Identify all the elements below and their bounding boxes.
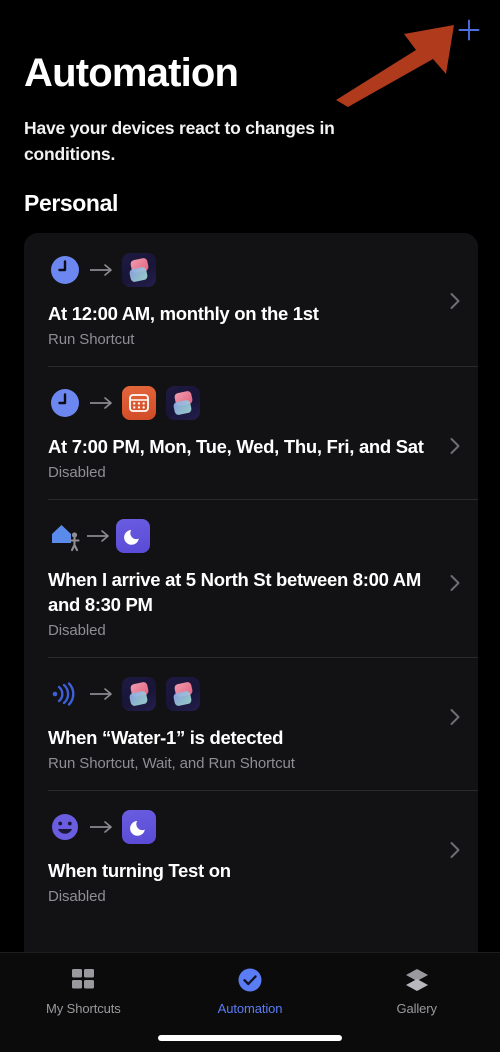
automation-icons bbox=[48, 519, 478, 553]
arrow-separator-icon bbox=[82, 253, 122, 287]
layers-stack-icon bbox=[403, 965, 431, 995]
tab-gallery[interactable]: Gallery bbox=[333, 953, 500, 1052]
arrow-separator-icon bbox=[82, 386, 122, 420]
chevron-right-icon[interactable] bbox=[446, 574, 464, 592]
automation-title: When “Water-1” is detected bbox=[48, 727, 284, 748]
automation-row[interactable]: When I arrive at 5 North St between 8:00… bbox=[24, 499, 478, 657]
smiley-face-icon bbox=[48, 810, 82, 844]
home-arrive-icon bbox=[48, 519, 82, 553]
automation-text: When “Water-1” is detected Run Shortcut,… bbox=[48, 725, 478, 774]
automation-row[interactable]: At 12:00 AM, monthly on the 1st Run Shor… bbox=[24, 233, 478, 366]
clock-icon bbox=[48, 386, 82, 420]
automation-title: At 7:00 PM, Mon, Tue, Wed, Thu, Fri, and… bbox=[48, 436, 424, 457]
moon-focus-icon bbox=[116, 519, 150, 553]
page-subtitle: Have your devices react to changes in co… bbox=[24, 118, 335, 164]
shortcuts-app-icon bbox=[166, 677, 200, 711]
tab-label: Automation bbox=[217, 1001, 283, 1016]
automation-subtitle: Disabled bbox=[48, 888, 106, 905]
automation-icons bbox=[48, 810, 478, 844]
automation-text: When I arrive at 5 North St between 8:00… bbox=[48, 567, 478, 641]
automation-screen: Automation Have your devices react to ch… bbox=[0, 0, 500, 1052]
automation-title: When turning Test on bbox=[48, 860, 231, 881]
automation-title: At 12:00 AM, monthly on the 1st bbox=[48, 303, 319, 324]
tab-label: My Shortcuts bbox=[46, 1001, 121, 1016]
moon-focus-icon bbox=[122, 810, 156, 844]
chevron-right-icon[interactable] bbox=[446, 437, 464, 455]
automation-icons bbox=[48, 677, 478, 711]
automation-subtitle: Run Shortcut bbox=[48, 331, 135, 348]
plus-icon bbox=[458, 19, 480, 41]
shortcuts-app-icon bbox=[166, 386, 200, 420]
add-automation-button[interactable] bbox=[448, 9, 490, 51]
page-title: Automation bbox=[24, 51, 239, 95]
automation-icons bbox=[48, 253, 478, 287]
section-heading-personal: Personal bbox=[24, 190, 118, 216]
clock-icon bbox=[48, 253, 82, 287]
automation-row[interactable]: When turning Test on Disabled bbox=[24, 790, 478, 923]
chevron-right-icon[interactable] bbox=[446, 708, 464, 726]
automation-icons bbox=[48, 386, 478, 420]
automation-row[interactable]: When “Water-1” is detected Run Shortcut,… bbox=[24, 657, 478, 790]
automation-text: When turning Test on Disabled bbox=[48, 858, 478, 907]
chevron-right-icon[interactable] bbox=[446, 292, 464, 310]
clock-check-icon bbox=[236, 965, 264, 995]
automation-subtitle: Disabled bbox=[48, 464, 106, 481]
grid-squares-icon bbox=[70, 965, 96, 995]
arrow-separator-icon bbox=[82, 519, 116, 553]
nfc-waves-icon bbox=[48, 677, 82, 711]
arrow-separator-icon bbox=[82, 677, 122, 711]
automation-text: At 7:00 PM, Mon, Tue, Wed, Thu, Fri, and… bbox=[48, 434, 478, 483]
automation-title: When I arrive at 5 North St between 8:00… bbox=[48, 569, 421, 615]
automation-subtitle: Disabled bbox=[48, 622, 106, 639]
shortcuts-app-icon bbox=[122, 253, 156, 287]
automation-row[interactable]: At 7:00 PM, Mon, Tue, Wed, Thu, Fri, and… bbox=[24, 366, 478, 499]
automation-text: At 12:00 AM, monthly on the 1st Run Shor… bbox=[48, 301, 478, 350]
shortcuts-app-icon bbox=[122, 677, 156, 711]
calendar-app-icon bbox=[122, 386, 156, 420]
home-indicator bbox=[158, 1035, 342, 1041]
chevron-right-icon[interactable] bbox=[446, 841, 464, 859]
tab-my-shortcuts[interactable]: My Shortcuts bbox=[0, 953, 167, 1052]
tab-label: Gallery bbox=[396, 1001, 437, 1016]
arrow-separator-icon bbox=[82, 810, 122, 844]
automation-list-card: At 12:00 AM, monthly on the 1st Run Shor… bbox=[24, 233, 478, 1052]
automation-subtitle: Run Shortcut, Wait, and Run Shortcut bbox=[48, 755, 295, 772]
